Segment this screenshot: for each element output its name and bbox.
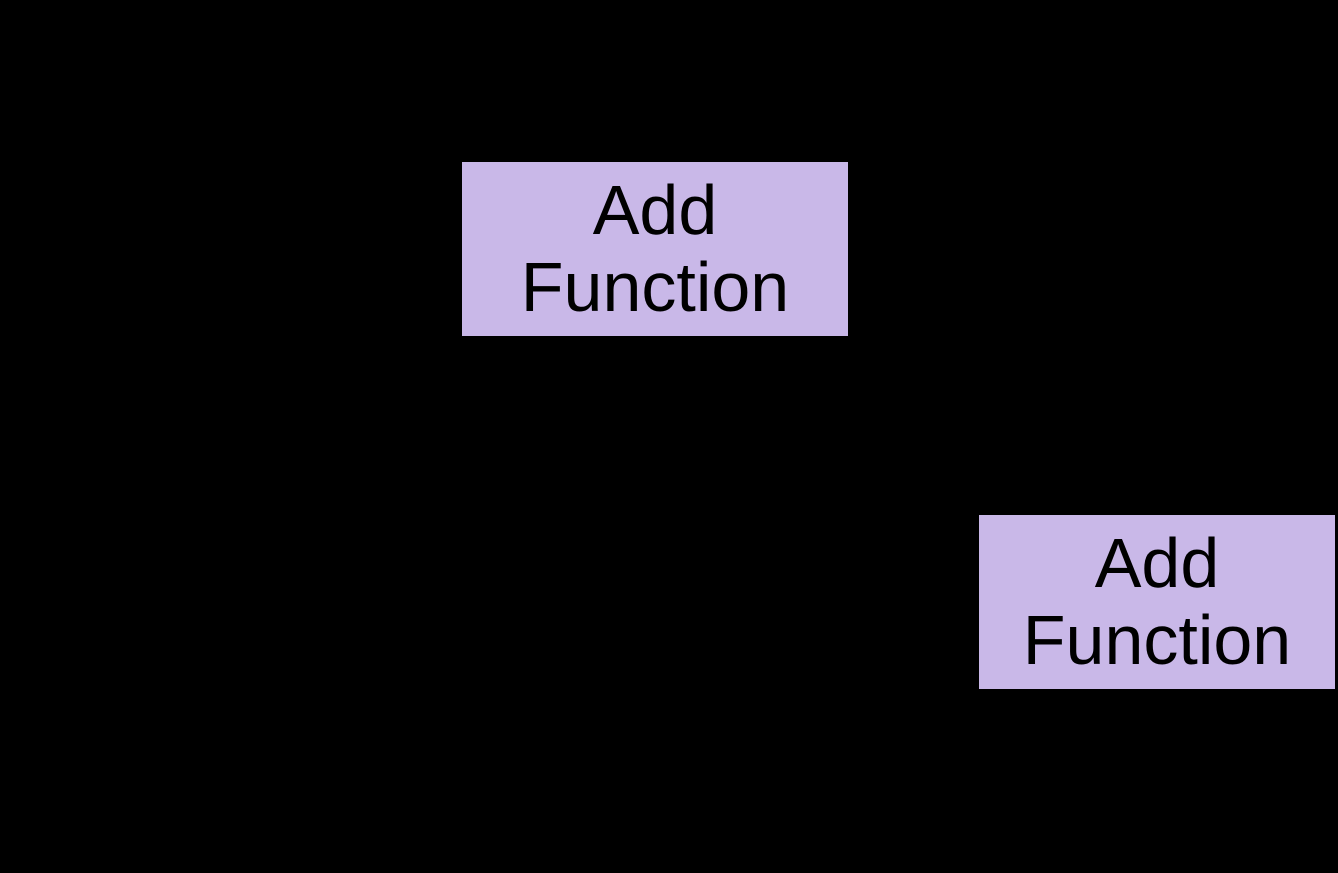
node-label-line2: Function (521, 249, 789, 326)
node-label-line1: Add (593, 172, 718, 249)
add-function-node-1[interactable]: Add Function (460, 160, 850, 338)
node-label-line1: Add (1095, 525, 1220, 602)
add-function-node-2[interactable]: Add Function (977, 513, 1337, 691)
node-label-line2: Function (1023, 602, 1291, 679)
